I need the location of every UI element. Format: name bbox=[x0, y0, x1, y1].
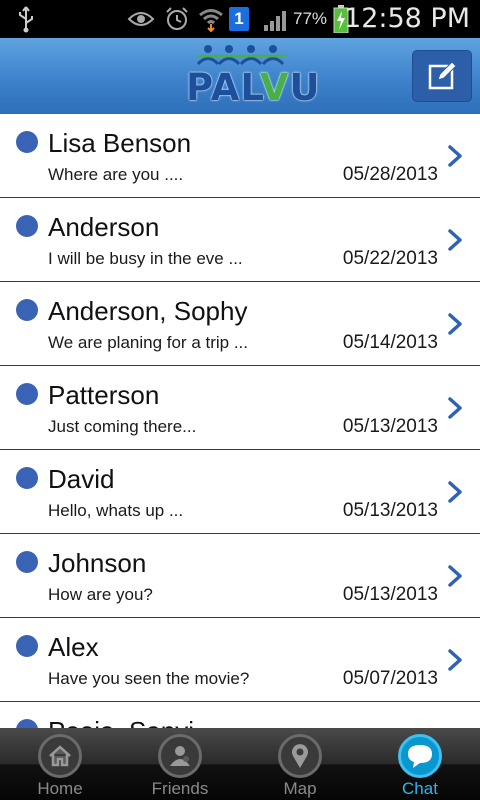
friends-icon bbox=[170, 746, 190, 766]
palvu-logo: PALVU bbox=[186, 44, 321, 109]
tab-label: Home bbox=[37, 779, 83, 798]
tab-home[interactable]: Home bbox=[0, 728, 120, 800]
status-bar: 1 77% 12:58 PM bbox=[0, 0, 480, 38]
chevron-right-icon bbox=[448, 229, 462, 251]
chevron-right-icon bbox=[448, 649, 462, 671]
chat-contact-name: Lisa Benson bbox=[48, 128, 192, 158]
chat-message-preview: I will be busy in the eve ... bbox=[48, 249, 243, 268]
unread-dot-icon bbox=[16, 383, 38, 405]
battery-percentage: 77% bbox=[293, 9, 328, 28]
chat-contact-name: Patterson bbox=[48, 380, 160, 410]
alarm-icon bbox=[162, 0, 192, 38]
chat-list-item[interactable]: Patterson Just coming there... 05/13/2013 bbox=[0, 366, 480, 450]
chat-date: 05/14/2013 bbox=[342, 332, 438, 353]
signal-icon bbox=[262, 0, 292, 38]
chat-contact-name: Anderson bbox=[48, 212, 160, 242]
tab-label: Chat bbox=[402, 779, 438, 798]
chat-list-item[interactable]: Anderson I will be busy in the eve ... 05/… bbox=[0, 198, 480, 282]
bottom-tab-bar: Home Friends Map Chat bbox=[0, 728, 480, 800]
chevron-right-icon bbox=[448, 397, 462, 419]
chat-contact-name: Alex bbox=[48, 632, 99, 662]
notification-badge: 1 bbox=[229, 7, 249, 31]
chat-date: 05/13/2013 bbox=[342, 500, 438, 521]
tab-label: Map bbox=[283, 779, 317, 798]
unread-dot-icon bbox=[16, 215, 38, 237]
logo-text: PALVU bbox=[186, 66, 321, 109]
usb-icon bbox=[12, 0, 40, 38]
chat-list-item[interactable]: Lisa Benson Where are you .... 05/28/2013 bbox=[0, 114, 480, 198]
app-header: PALVU bbox=[0, 38, 480, 114]
chat-message-preview: How are you? bbox=[48, 585, 153, 604]
chevron-right-icon bbox=[448, 565, 462, 587]
map-pin-icon bbox=[292, 744, 308, 768]
unread-dot-icon bbox=[16, 131, 38, 153]
logo-people-icon bbox=[196, 45, 285, 66]
clock: 12:58 PM bbox=[344, 3, 470, 34]
chat-message-preview: Have you seen the movie? bbox=[48, 669, 250, 688]
chat-date: 05/13/2013 bbox=[342, 584, 438, 605]
chat-message-preview: Just coming there... bbox=[48, 417, 197, 436]
unread-dot-icon bbox=[16, 467, 38, 489]
chat-date: 05/13/2013 bbox=[342, 416, 438, 437]
chat-list-item[interactable]: Johnson How are you? 05/13/2013 bbox=[0, 534, 480, 618]
chat-list-item[interactable]: Anderson, Sophy We are planing for a trip… bbox=[0, 282, 480, 366]
chat-contact-name: Johnson bbox=[48, 548, 147, 578]
tab-friends[interactable]: Friends bbox=[120, 728, 240, 800]
chat-date: 05/28/2013 bbox=[342, 164, 438, 185]
unread-dot-icon bbox=[16, 635, 38, 657]
chat-date: 05/22/2013 bbox=[342, 248, 438, 269]
compose-icon bbox=[428, 61, 457, 90]
home-icon bbox=[49, 745, 71, 767]
chat-date: 05/07/2013 bbox=[342, 668, 438, 689]
wifi-icon bbox=[197, 0, 225, 38]
tab-chat[interactable]: Chat bbox=[360, 728, 480, 800]
compose-button[interactable] bbox=[412, 50, 472, 102]
chat-contact-name: David bbox=[48, 464, 115, 494]
chat-list-item[interactable]: David Hello, whats up ... 05/13/2013 bbox=[0, 450, 480, 534]
tab-label: Friends bbox=[151, 779, 209, 798]
chat-bubble-icon bbox=[408, 745, 432, 768]
unread-dot-icon bbox=[16, 551, 38, 573]
unread-dot-icon bbox=[16, 719, 38, 728]
unread-dot-icon bbox=[16, 299, 38, 321]
chevron-right-icon bbox=[448, 481, 462, 503]
chat-list[interactable]: Lisa Benson Where are you .... 05/28/2013 A… bbox=[0, 114, 480, 728]
chat-message-preview: Hello, whats up ... bbox=[48, 501, 184, 520]
chat-list-item[interactable]: Alex Have you seen the movie? 05/07/2013 bbox=[0, 618, 480, 702]
chat-contact-name: Pooja, Sanvi bbox=[48, 716, 194, 728]
chat-message-preview: We are planing for a trip ... bbox=[48, 333, 249, 352]
chat-message-preview: Where are you .... bbox=[48, 165, 184, 184]
chat-contact-name: Anderson, Sophy bbox=[48, 296, 248, 326]
eye-icon bbox=[126, 0, 156, 38]
chevron-right-icon bbox=[448, 145, 462, 167]
chat-list-item[interactable]: Pooja, Sanvi bbox=[0, 702, 480, 728]
chevron-right-icon bbox=[448, 313, 462, 335]
tab-map[interactable]: Map bbox=[240, 728, 360, 800]
notification-badge-icon: 1 bbox=[228, 0, 250, 38]
